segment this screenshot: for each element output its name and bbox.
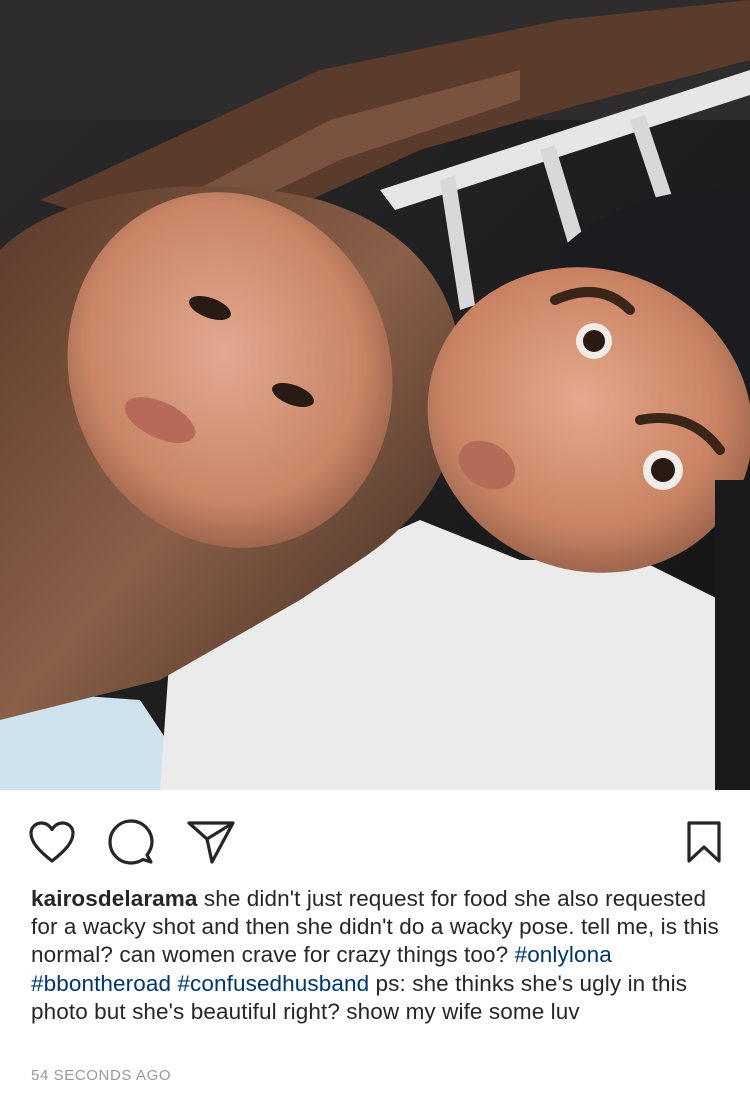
post-caption: kairosdelarama she didn't just request f…: [31, 885, 721, 1026]
hashtag-link[interactable]: #bbontheroad: [31, 971, 171, 996]
save-button[interactable]: [679, 817, 729, 867]
heart-icon: [29, 821, 75, 863]
username-link[interactable]: kairosdelarama: [31, 886, 198, 911]
hashtag-link[interactable]: #confusedhusband: [177, 971, 369, 996]
bookmark-icon: [687, 821, 721, 863]
like-button[interactable]: [27, 817, 77, 867]
hashtag-link[interactable]: #onlylona: [515, 942, 612, 967]
post-action-bar: [0, 790, 750, 890]
share-button[interactable]: [186, 817, 236, 867]
post-timestamp: 54 SECONDS AGO: [31, 1067, 172, 1084]
selfie-photo: [0, 0, 750, 790]
comment-icon: [108, 819, 154, 865]
comment-button[interactable]: [106, 817, 156, 867]
paper-plane-icon: [187, 821, 235, 864]
post-photo[interactable]: [0, 0, 750, 790]
